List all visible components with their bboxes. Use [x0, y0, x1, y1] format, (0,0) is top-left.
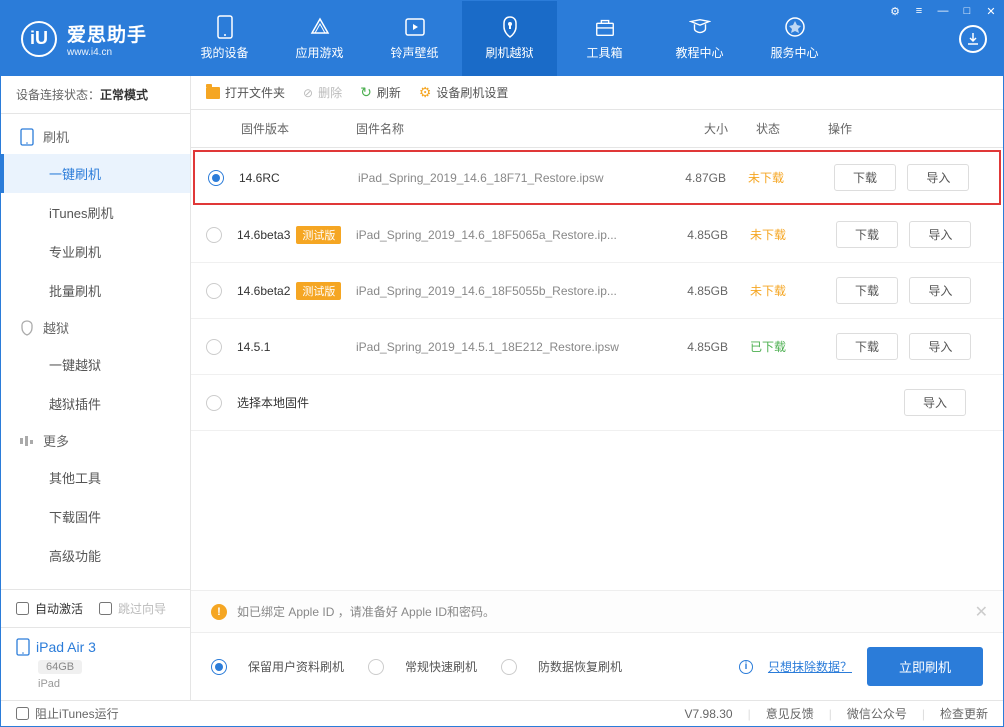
sidebar-section: 越狱 [1, 310, 190, 345]
sidebar-item[interactable]: 越狱插件 [1, 384, 190, 423]
wechat-link[interactable]: 微信公众号 [847, 705, 907, 722]
sidebar-item[interactable]: 一键刷机 [1, 154, 190, 193]
block-itunes-checkbox[interactable] [16, 707, 29, 720]
section-icon [19, 320, 35, 336]
check-update-link[interactable]: 检查更新 [940, 705, 988, 722]
app-title: 爱思助手 [67, 20, 147, 47]
footer: 阻止iTunes运行 V7.98.30 | 意见反馈 | 微信公众号 | 检查更… [1, 700, 1003, 726]
warning-icon: ! [211, 604, 227, 620]
flash-now-button[interactable]: 立即刷机 [867, 647, 983, 686]
tablet-icon [16, 638, 30, 656]
app-header: ⚙ ≡ — □ ✕ iU 爱思助手 www.i4.cn 我的设备应用游戏铃声壁纸… [1, 1, 1003, 76]
nav-tab-1[interactable]: 应用游戏 [272, 1, 367, 76]
sidebar-item[interactable]: 其他工具 [1, 458, 190, 497]
minimize-icon[interactable]: — [931, 1, 955, 21]
close-notice-icon[interactable]: ✕ [975, 602, 988, 622]
download-button[interactable]: 下载 [836, 333, 898, 360]
nav-icon [499, 16, 521, 38]
feedback-link[interactable]: 意见反馈 [766, 705, 814, 722]
nav-tabs: 我的设备应用游戏铃声壁纸刷机越狱工具箱教程中心服务中心 [177, 1, 943, 76]
sidebar-item[interactable]: 高级功能 [1, 536, 190, 575]
nav-icon [214, 16, 236, 38]
firmware-table: 14.6RC iPad_Spring_2019_14.6_18F71_Resto… [191, 148, 1003, 590]
radio-button[interactable] [206, 283, 222, 299]
sidebar-item[interactable]: 一键越狱 [1, 345, 190, 384]
table-header: 固件版本 固件名称 大小 状态 操作 [191, 110, 1003, 148]
nav-icon [784, 16, 806, 38]
nav-tab-4[interactable]: 工具箱 [557, 1, 652, 76]
nav-tab-0[interactable]: 我的设备 [177, 1, 272, 76]
open-folder-button[interactable]: 打开文件夹 [206, 84, 285, 101]
logo-area: iU 爱思助手 www.i4.cn [1, 1, 167, 76]
nav-icon [689, 16, 711, 38]
connection-status: 设备连接状态：正常模式 [1, 76, 190, 114]
nav-tab-6[interactable]: 服务中心 [747, 1, 842, 76]
firmware-row[interactable]: 14.6beta3 测试版 iPad_Spring_2019_14.6_18F5… [191, 207, 1003, 263]
device-info[interactable]: iPad Air 3 64GB iPad [1, 628, 190, 700]
download-button[interactable]: 下载 [834, 164, 896, 191]
radio-button[interactable] [206, 339, 222, 355]
radio-button[interactable] [206, 227, 222, 243]
import-button[interactable]: 导入 [904, 389, 966, 416]
device-settings-button[interactable]: ⚙ 设备刷机设置 [419, 84, 509, 101]
window-controls: ⚙ ≡ — □ ✕ [883, 1, 1003, 21]
sidebar: 设备连接状态：正常模式 刷机一键刷机iTunes刷机专业刷机批量刷机越狱一键越狱… [1, 76, 191, 700]
menu-icon[interactable]: ≡ [907, 1, 931, 21]
nav-icon [404, 16, 426, 38]
download-button[interactable]: 下载 [836, 277, 898, 304]
test-badge: 测试版 [296, 226, 341, 244]
sidebar-item[interactable]: iTunes刷机 [1, 193, 190, 232]
test-badge: 测试版 [296, 282, 341, 300]
auto-activate-checkbox[interactable] [16, 602, 29, 615]
radio-button[interactable] [208, 170, 224, 186]
delete-button[interactable]: ⊘ 删除 [303, 84, 342, 101]
sidebar-nav: 刷机一键刷机iTunes刷机专业刷机批量刷机越狱一键越狱越狱插件更多其他工具下载… [1, 114, 190, 589]
sidebar-item[interactable]: 专业刷机 [1, 232, 190, 271]
download-button[interactable]: 下载 [836, 221, 898, 248]
gear-icon: ⚙ [419, 84, 432, 101]
refresh-button[interactable]: ↻ 刷新 [360, 84, 401, 101]
toolbar: 打开文件夹 ⊘ 删除 ↻ 刷新 ⚙ 设备刷机设置 [191, 76, 1003, 110]
settings-icon[interactable]: ⚙ [883, 1, 907, 21]
sidebar-section: 更多 [1, 423, 190, 458]
sidebar-section: 刷机 [1, 119, 190, 154]
flash-opt-normal[interactable]: 常规快速刷机 [368, 658, 477, 675]
radio-button[interactable] [206, 395, 222, 411]
version-label: V7.98.30 [685, 707, 733, 721]
flash-options: 保留用户资料刷机 常规快速刷机 防数据恢复刷机 i 只想抹除数据？ 立即刷机 [191, 632, 1003, 700]
import-button[interactable]: 导入 [909, 277, 971, 304]
skip-wizard-checkbox[interactable] [99, 602, 112, 615]
nav-tab-3[interactable]: 刷机越狱 [462, 1, 557, 76]
delete-icon: ⊘ [303, 86, 313, 100]
erase-only-link[interactable]: 只想抹除数据？ [768, 658, 852, 675]
sidebar-options: 自动激活 跳过向导 [1, 590, 190, 628]
nav-tab-2[interactable]: 铃声壁纸 [367, 1, 462, 76]
nav-icon [594, 16, 616, 38]
nav-tab-5[interactable]: 教程中心 [652, 1, 747, 76]
section-icon [19, 129, 35, 145]
main-panel: 打开文件夹 ⊘ 删除 ↻ 刷新 ⚙ 设备刷机设置 固件版本 固件名称 大小 状态… [191, 76, 1003, 700]
flash-opt-keep-data[interactable]: 保留用户资料刷机 [211, 658, 344, 675]
import-button[interactable]: 导入 [907, 164, 969, 191]
radio-selected[interactable] [211, 659, 227, 675]
app-url: www.i4.cn [67, 47, 147, 58]
maximize-icon[interactable]: □ [955, 1, 979, 21]
folder-icon [206, 87, 220, 99]
nav-icon [309, 16, 331, 38]
firmware-row[interactable]: 14.6RC iPad_Spring_2019_14.6_18F71_Resto… [193, 150, 1001, 205]
firmware-row[interactable]: 14.5.1 iPad_Spring_2019_14.5.1_18E212_Re… [191, 319, 1003, 375]
info-icon: i [739, 660, 753, 674]
logo-icon: iU [21, 21, 57, 57]
refresh-icon: ↻ [360, 84, 372, 101]
sidebar-item[interactable]: 下载固件 [1, 497, 190, 536]
notice-bar: ! 如已绑定 Apple ID ，请准备好 Apple ID和密码。 ✕ [191, 590, 1003, 632]
section-icon [19, 433, 35, 449]
import-button[interactable]: 导入 [909, 333, 971, 360]
local-firmware-row[interactable]: 选择本地固件 导入 [191, 375, 1003, 431]
flash-opt-anti-recovery[interactable]: 防数据恢复刷机 [501, 658, 622, 675]
close-icon[interactable]: ✕ [979, 1, 1003, 21]
firmware-row[interactable]: 14.6beta2 测试版 iPad_Spring_2019_14.6_18F5… [191, 263, 1003, 319]
import-button[interactable]: 导入 [909, 221, 971, 248]
sidebar-item[interactable]: 批量刷机 [1, 271, 190, 310]
